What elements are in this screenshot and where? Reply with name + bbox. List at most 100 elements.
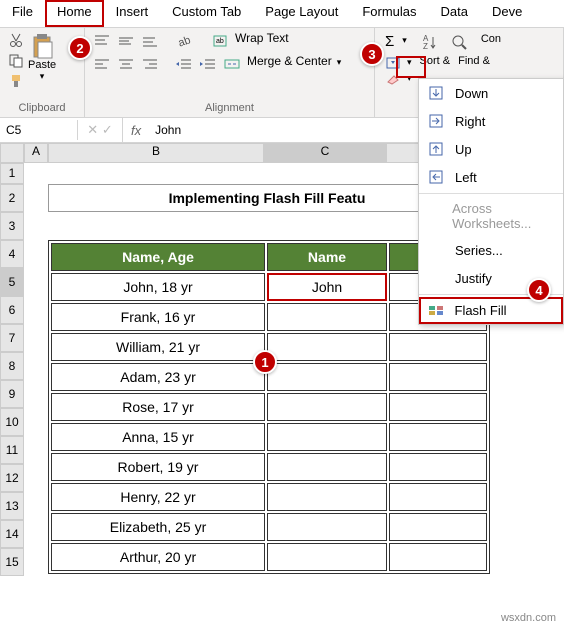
wrap-text-label[interactable]: Wrap Text [233, 31, 289, 51]
svg-text:Z: Z [423, 42, 428, 51]
row-header[interactable]: 1 [0, 163, 24, 184]
tab-insert[interactable]: Insert [104, 0, 161, 27]
tab-file[interactable]: File [0, 0, 45, 27]
enter-icon: ✓ [102, 122, 113, 138]
tab-pagelayout[interactable]: Page Layout [253, 0, 350, 27]
callout-2: 2 [68, 36, 92, 60]
select-all-corner[interactable] [0, 143, 24, 163]
row-header[interactable]: 9 [0, 380, 24, 408]
cell[interactable] [389, 363, 487, 391]
fill-right-label: Right [455, 114, 485, 129]
fill-left[interactable]: Left [419, 163, 563, 191]
fill-down-label: Down [455, 86, 488, 101]
wrap-text-icon[interactable]: ab [209, 31, 231, 51]
cell[interactable] [267, 363, 387, 391]
align-top-icon[interactable] [91, 31, 113, 51]
cell[interactable]: Anna, 15 yr [51, 423, 265, 451]
tab-formulas[interactable]: Formulas [350, 0, 428, 27]
arrow-right-icon [427, 112, 445, 130]
fill-justify-label: Justify [455, 271, 492, 286]
cut-icon[interactable] [6, 31, 26, 51]
row-header[interactable]: 14 [0, 520, 24, 548]
svg-text:ab: ab [177, 34, 193, 48]
row-header[interactable]: 3 [0, 212, 24, 240]
format-painter-icon[interactable] [6, 71, 26, 91]
cell[interactable]: Adam, 23 yr [51, 363, 265, 391]
tab-developer[interactable]: Deve [480, 0, 534, 27]
cell[interactable] [389, 453, 487, 481]
align-center-icon[interactable] [115, 54, 137, 74]
row-header[interactable]: 10 [0, 408, 24, 436]
cell[interactable]: William, 21 yr [51, 333, 265, 361]
align-bottom-icon[interactable] [139, 31, 161, 51]
row-header[interactable]: 5 [0, 268, 24, 296]
fx-button[interactable]: fx [123, 123, 149, 138]
merge-icon[interactable] [221, 54, 243, 74]
active-cell[interactable]: John [267, 273, 387, 301]
cell[interactable] [267, 483, 387, 511]
col-header-c[interactable]: C [264, 143, 386, 163]
cell[interactable] [267, 393, 387, 421]
fill-across-label: Across Worksheets... [452, 201, 555, 231]
arrow-left-icon [427, 168, 445, 186]
tab-custom[interactable]: Custom Tab [160, 0, 253, 27]
row-header[interactable]: 2 [0, 184, 24, 212]
align-middle-icon[interactable] [115, 31, 137, 51]
header-name-age[interactable]: Name, Age [51, 243, 265, 271]
svg-text:ab: ab [216, 38, 224, 45]
cell[interactable]: Frank, 16 yr [51, 303, 265, 331]
paste-button[interactable]: Paste ▾ [26, 31, 58, 84]
cell[interactable] [389, 333, 487, 361]
fill-up[interactable]: Up [419, 135, 563, 163]
cell[interactable] [267, 423, 387, 451]
cell[interactable]: Rose, 17 yr [51, 393, 265, 421]
cell[interactable]: Elizabeth, 25 yr [51, 513, 265, 541]
merge-center-label[interactable]: Merge & Center [245, 54, 332, 74]
find-select-button[interactable] [447, 31, 473, 55]
tab-data[interactable]: Data [429, 0, 480, 27]
cell[interactable] [267, 543, 387, 571]
fill-down[interactable]: Down [419, 79, 563, 107]
row-header[interactable]: 8 [0, 352, 24, 380]
row-header[interactable]: 4 [0, 240, 24, 268]
cell[interactable]: Henry, 22 yr [51, 483, 265, 511]
align-right-icon[interactable] [139, 54, 161, 74]
sort-filter-button[interactable]: AZ [419, 31, 445, 55]
col-header-b[interactable]: B [48, 143, 264, 163]
name-box[interactable]: C5 [0, 120, 78, 140]
cell[interactable]: Robert, 19 yr [51, 453, 265, 481]
fill-right[interactable]: Right [419, 107, 563, 135]
row-header[interactable]: 15 [0, 548, 24, 576]
row-header[interactable]: 7 [0, 324, 24, 352]
row-header[interactable]: 12 [0, 464, 24, 492]
con-button[interactable]: Con [475, 31, 503, 55]
header-name[interactable]: Name [267, 243, 387, 271]
cell[interactable]: John, 18 yr [51, 273, 265, 301]
tab-home[interactable]: Home [45, 0, 104, 27]
flash-fill-icon [427, 302, 445, 320]
watermark: wsxdn.com [501, 612, 556, 624]
decrease-indent-icon[interactable] [173, 54, 195, 74]
cell[interactable] [267, 333, 387, 361]
copy-icon[interactable] [6, 51, 26, 71]
cell[interactable] [389, 483, 487, 511]
increase-indent-icon[interactable] [197, 54, 219, 74]
row-header[interactable]: 13 [0, 492, 24, 520]
arrow-up-icon [427, 140, 445, 158]
orientation-icon[interactable]: ab [173, 31, 195, 51]
row-header[interactable]: 6 [0, 296, 24, 324]
align-left-icon[interactable] [91, 54, 113, 74]
cell[interactable] [389, 423, 487, 451]
row-header[interactable]: 11 [0, 436, 24, 464]
cell[interactable] [267, 513, 387, 541]
cell[interactable] [389, 513, 487, 541]
fill-up-label: Up [455, 142, 472, 157]
cell[interactable] [267, 453, 387, 481]
fill-series[interactable]: Series... [419, 236, 563, 264]
col-header-a[interactable]: A [24, 143, 48, 163]
cell[interactable] [389, 543, 487, 571]
cell[interactable]: Arthur, 20 yr [51, 543, 265, 571]
cell[interactable] [267, 303, 387, 331]
cell[interactable] [389, 393, 487, 421]
callout-3: 3 [360, 42, 384, 66]
